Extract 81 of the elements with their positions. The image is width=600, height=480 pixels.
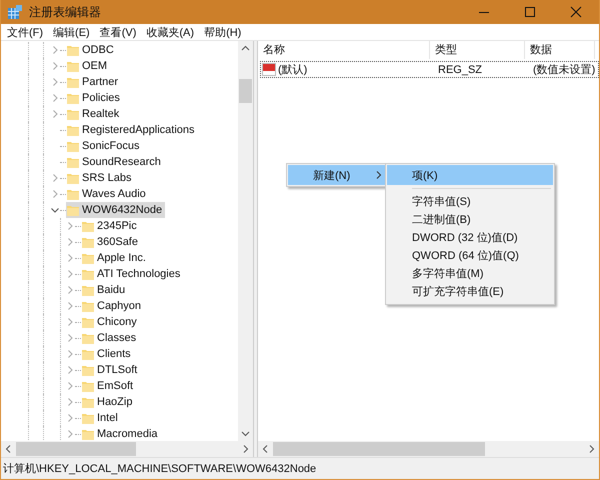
tree-item[interactable]: WOW6432Node <box>66 202 166 218</box>
tree-item[interactable]: Realtek <box>66 106 122 122</box>
tree-item[interactable]: Classes <box>81 330 140 346</box>
tree-item[interactable]: OEM <box>66 58 110 74</box>
folder-icon <box>66 43 80 57</box>
folder-icon <box>66 123 80 137</box>
folder-icon <box>81 235 95 249</box>
menu-item[interactable]: 文件(F) <box>3 24 50 40</box>
chevron-right-icon <box>376 171 382 179</box>
table-cell-text: (默认) <box>278 63 308 77</box>
tree-item[interactable]: 360Safe <box>81 234 141 250</box>
menu-item[interactable]: 多字符串值(M) <box>387 264 553 282</box>
tree-item[interactable]: Intel <box>81 410 121 426</box>
folder-icon <box>66 171 80 185</box>
column-header[interactable]: 数据 <box>525 41 595 59</box>
menu-item[interactable]: QWORD (64 位)值(Q) <box>387 246 553 264</box>
folder-icon <box>81 299 95 313</box>
menu-item[interactable]: 帮助(H) <box>200 24 248 40</box>
folder-icon <box>66 59 80 73</box>
tree-item[interactable]: ODBC <box>66 42 117 58</box>
tree-item[interactable]: Baidu <box>81 282 128 298</box>
tree-item[interactable]: EmSoft <box>81 378 136 394</box>
table-cell-text: (数值未设置) <box>532 63 596 77</box>
menu-item[interactable]: 可扩充字符串值(E) <box>387 282 553 300</box>
folder-icon <box>66 91 80 105</box>
horizontal-scrollbar[interactable] <box>258 441 599 457</box>
tree-item[interactable]: Apple Inc. <box>81 250 149 266</box>
folder-icon <box>81 219 95 233</box>
menu-item[interactable]: 项(K) <box>387 165 553 185</box>
value-row[interactable]: (默认) REG_SZ (数值未设置) <box>260 61 599 78</box>
folder-icon <box>81 283 95 297</box>
folder-icon <box>81 251 95 265</box>
tree-item[interactable]: SRS Labs <box>66 170 135 186</box>
tree-item[interactable]: 2345Pic <box>81 218 140 234</box>
folder-icon <box>66 107 80 121</box>
folder-icon <box>66 75 80 89</box>
tree-item[interactable]: Policies <box>66 90 123 106</box>
tree-item[interactable]: DTLSoft <box>81 362 140 378</box>
folder-icon <box>66 155 80 169</box>
tree-item[interactable]: ATI Technologies <box>81 266 184 282</box>
tree-item[interactable]: SonicFocus <box>66 138 142 154</box>
folder-icon <box>66 203 80 217</box>
folder-icon <box>81 379 95 393</box>
tree-item[interactable]: Chicony <box>81 314 140 330</box>
string-value-icon <box>262 63 276 76</box>
menu-item[interactable]: 字符串值(S) <box>387 192 553 210</box>
table-cell-text: REG_SZ <box>437 64 484 76</box>
folder-icon <box>81 363 95 377</box>
scroll-thumb[interactable] <box>16 442 136 456</box>
scroll-thumb[interactable] <box>239 79 252 103</box>
tree-item[interactable]: Partner <box>66 74 122 90</box>
folder-icon <box>81 315 95 329</box>
folder-icon <box>66 187 80 201</box>
menu-item[interactable]: DWORD (32 位)值(D) <box>387 228 553 246</box>
menu-item[interactable]: 收藏夹(A) <box>142 24 200 40</box>
menu-item[interactable]: 查看(V) <box>96 24 142 40</box>
tree-item[interactable]: RegisteredApplications <box>66 122 198 138</box>
scroll-thumb[interactable] <box>273 442 485 456</box>
folder-icon <box>66 139 80 153</box>
menu-item[interactable]: 新建(N) <box>288 165 388 185</box>
menu-item[interactable]: 二进制值(B) <box>387 210 553 228</box>
folder-icon <box>81 267 95 281</box>
column-header[interactable]: 类型 <box>430 41 525 59</box>
folder-icon <box>81 395 95 409</box>
folder-icon <box>81 427 95 441</box>
tree-item[interactable]: Waves Audio <box>66 186 149 202</box>
status-path: 计算机\HKEY_LOCAL_MACHINE\SOFTWARE\WOW6432Node <box>3 462 316 476</box>
tree-item[interactable]: Macromedia <box>81 426 161 441</box>
registry-icon <box>7 4 23 20</box>
vertical-scrollbar[interactable] <box>238 41 253 441</box>
tree-item[interactable]: HaoZip <box>81 394 136 410</box>
column-header[interactable]: 名称 <box>258 41 430 59</box>
folder-icon <box>81 347 95 361</box>
folder-icon <box>81 331 95 345</box>
tree-item[interactable]: Clients <box>81 346 134 362</box>
tree-item[interactable]: SoundResearch <box>66 154 164 170</box>
horizontal-scrollbar[interactable] <box>1 441 253 457</box>
window-title: 注册表编辑器 <box>29 4 102 20</box>
folder-icon <box>81 411 95 425</box>
tree-item[interactable]: Caphyon <box>81 298 144 314</box>
menu-item[interactable]: 编辑(E) <box>49 24 96 40</box>
